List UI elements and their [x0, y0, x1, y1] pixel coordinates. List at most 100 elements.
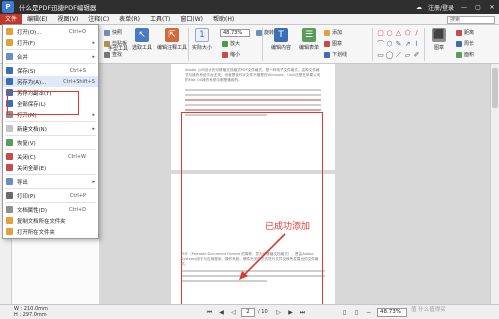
menu-merge[interactable]: 合并 ▸: [3, 51, 98, 62]
folder-icon: [6, 228, 13, 235]
maximize-button[interactable]: ▢: [471, 4, 485, 11]
menu-open-folder[interactable]: 打开所在文件夹: [3, 226, 98, 237]
zoom-out-icon: [222, 51, 228, 58]
distance-button[interactable]: 距离: [456, 29, 474, 36]
edit-content-button[interactable]: T 编辑内容: [268, 28, 294, 51]
page-total: / 10: [258, 309, 268, 315]
zoom-out-status-icon[interactable]: −: [364, 308, 373, 317]
line-icon[interactable]: ∕: [412, 28, 421, 39]
menu-comment[interactable]: 注释(C): [83, 14, 114, 25]
open-recent-icon: [6, 39, 13, 46]
menu-save[interactable]: 保存(S) Ctrl+S: [3, 65, 98, 76]
annotation-select-button[interactable]: ⇱ 编辑注释工具: [156, 28, 188, 51]
first-page-button[interactable]: ⏮: [205, 308, 214, 317]
zoom-select[interactable]: 48.73%: [220, 29, 250, 37]
save-icon: [6, 67, 13, 74]
area-button[interactable]: 面积: [456, 51, 474, 58]
two-page-icon[interactable]: ▯: [352, 308, 361, 317]
camera-icon: [104, 29, 110, 36]
menu-close-all[interactable]: 关闭全部(E): [3, 162, 98, 173]
cloud-shape-icon[interactable]: ◯: [385, 50, 394, 61]
page-size-label: W : 210.0mm H : 297.0mm: [14, 306, 48, 318]
stamp-icon: [324, 40, 330, 47]
arc-icon[interactable]: ⌒: [376, 39, 385, 50]
menu-restore[interactable]: 恢复(V): [3, 137, 98, 148]
app-logo-icon: P: [2, 1, 14, 13]
single-page-icon[interactable]: ▯: [340, 308, 349, 317]
minimize-button[interactable]: —: [457, 4, 471, 11]
next-page-button[interactable]: ▶: [286, 308, 295, 317]
zoom-status-input[interactable]: 48.73%: [377, 308, 407, 317]
form-icon: ☰: [302, 28, 316, 42]
page-icon: 1: [195, 28, 209, 42]
page-number-input[interactable]: 2: [241, 308, 255, 317]
perimeter-button[interactable]: 周长: [456, 40, 474, 47]
hexagon-icon[interactable]: ⬡: [385, 39, 394, 50]
stamp-button[interactable]: 图章: [324, 40, 342, 47]
new-doc-icon: [6, 125, 13, 132]
menu-export[interactable]: 导出 ▸: [3, 176, 98, 187]
stamp-large-icon: ⬛: [432, 28, 446, 42]
close-button[interactable]: ✕: [485, 4, 499, 11]
last-page-button[interactable]: ⏭: [298, 308, 307, 317]
menu-close[interactable]: 关闭(C) Ctrl+W: [3, 151, 98, 162]
prev-nav-button[interactable]: ◁: [229, 308, 238, 317]
next-nav-button[interactable]: ▷: [274, 308, 283, 317]
file-menu-dropdown: 打开(O)... Ctrl+O 打开(F) ▸ 合并 ▸ 保存(S) Ctrl+S 另存…: [2, 24, 99, 239]
menu-open[interactable]: 打开(O)... Ctrl+O: [3, 26, 98, 37]
edit-form-button[interactable]: ☰ 编辑表单: [296, 28, 322, 51]
prev-page-button[interactable]: ◀: [217, 308, 226, 317]
open-icon: [6, 28, 13, 35]
menu-view[interactable]: 视图(V): [53, 14, 84, 25]
edit-text-icon: T: [274, 28, 288, 42]
ellipse-icon[interactable]: ○: [385, 28, 394, 39]
menu-help[interactable]: 帮助(H): [208, 14, 239, 25]
rectangle-icon[interactable]: ▢: [376, 28, 385, 39]
annotation-cursor-icon: ⇱: [165, 28, 179, 42]
menu-form[interactable]: 表单(R): [114, 14, 145, 25]
search-input[interactable]: 搜索: [447, 15, 495, 24]
snapshot-button[interactable]: 快照: [104, 29, 122, 36]
zoom-in-button[interactable]: 放大: [222, 40, 240, 47]
annotation-arrow-icon: [239, 233, 286, 280]
menu-copy-path[interactable]: 复制文档所在文件夹: [3, 215, 98, 226]
menu-properties[interactable]: 文档属性(D) Ctrl+D: [3, 204, 98, 215]
stamp-large-button[interactable]: ⬛ 图章: [428, 28, 450, 51]
export-icon: [6, 178, 13, 185]
select-tool-button[interactable]: ↖ 选取工具: [130, 28, 154, 51]
zoom-out-button[interactable]: 缩小: [222, 51, 240, 58]
menu-file[interactable]: 文件: [0, 13, 23, 25]
login-link[interactable]: 注册/登录: [425, 3, 457, 12]
add-button[interactable]: 添加: [324, 29, 342, 36]
underline-button[interactable]: 下划线: [324, 51, 347, 58]
menu-window[interactable]: 窗口(W): [175, 14, 208, 25]
arrow-icon[interactable]: ↗: [403, 39, 412, 50]
hand-tool-button[interactable]: 手型工具: [107, 45, 129, 52]
menu-new-doc[interactable]: 新建文档(N) ▸: [3, 123, 98, 134]
actual-size-button[interactable]: 1 实际大小: [190, 28, 214, 51]
scroll-thumb[interactable]: [492, 68, 498, 108]
menu-open-recent[interactable]: 打开(F) ▸: [3, 37, 98, 48]
find-button[interactable]: 查找: [104, 51, 122, 58]
save-as-icon: [6, 78, 13, 85]
copy-path-icon: [6, 217, 13, 224]
zoom-in-icon: [222, 40, 228, 47]
document-canvas[interactable]: Adobe 公司设计的可移植文档格式PDF文件格式，是一种电子文件格式。这种文件…: [99, 64, 490, 304]
menu-save-as[interactable]: 另存为(A)... Ctrl+Shift+S: [3, 76, 98, 87]
triangle-icon[interactable]: △: [394, 28, 403, 39]
cursor-icon: ↖: [135, 28, 149, 42]
menu-print[interactable]: 打印(P) Ctrl+P: [3, 190, 98, 201]
polyline-icon[interactable]: ⟋: [394, 50, 403, 61]
menu-edit[interactable]: 编辑(E): [22, 14, 52, 25]
underline-icon: [324, 51, 330, 58]
vertical-scrollbar[interactable]: [490, 64, 499, 304]
cloud-icon[interactable]: ☁: [413, 4, 425, 11]
polygon-icon[interactable]: ⬠: [403, 28, 412, 39]
merge-icon: [6, 53, 13, 60]
parallelogram-icon[interactable]: ▱: [403, 50, 412, 61]
textbox-icon[interactable]: ▭: [376, 50, 385, 61]
squiggle-icon[interactable]: ⌇: [412, 39, 421, 50]
menu-tools[interactable]: 工具(T): [145, 14, 175, 25]
pencil-icon[interactable]: ✎: [394, 39, 403, 50]
eraser-icon[interactable]: ✐: [412, 50, 421, 61]
